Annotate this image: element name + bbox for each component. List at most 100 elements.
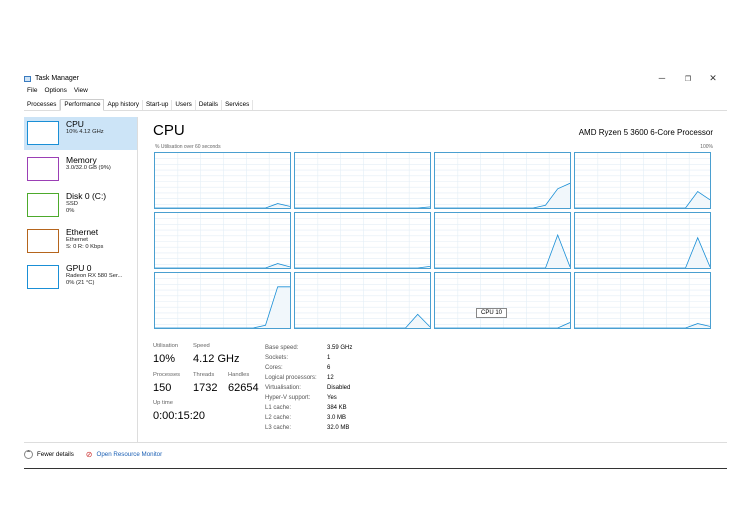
info-value: 384 KB <box>327 405 347 411</box>
utilisation-value: 10% <box>153 353 176 365</box>
handles-value: 62654 <box>228 382 259 394</box>
speed-value: 4.12 GHz <box>193 353 240 365</box>
cpu-core-graph[interactable] <box>294 152 432 210</box>
sidebar-item-title: GPU 0 <box>66 263 92 273</box>
processes-label: Processes <box>153 372 181 378</box>
sidebar-thumbnail <box>27 229 59 253</box>
cpu-core-graph[interactable] <box>434 152 572 210</box>
info-label: L3 cache: <box>265 425 292 431</box>
maximize-button[interactable]: ❐ <box>682 75 694 83</box>
menu-file[interactable]: File <box>27 87 37 94</box>
info-value: 6 <box>327 365 331 371</box>
divider <box>24 442 727 443</box>
tab-bar: Processes Performance App history Start-… <box>24 99 727 111</box>
info-label: L2 cache: <box>265 415 292 421</box>
cpu-core-graph[interactable] <box>294 212 432 270</box>
task-manager-icon <box>24 75 31 82</box>
sidebar-item-gpu[interactable]: GPU 0 Radeon RX 580 Ser... 0% (21 °C) <box>24 261 137 294</box>
cpu-core-graph[interactable] <box>154 272 292 330</box>
utilisation-line <box>295 206 431 209</box>
sidebar-thumbnail <box>27 121 59 145</box>
sidebar-item-sub2: 0% <box>66 208 75 214</box>
sidebar-item-disk[interactable]: Disk 0 (C:) SSD 0% <box>24 189 137 222</box>
tab-services[interactable]: Services <box>222 100 254 110</box>
minimize-button[interactable]: ─ <box>656 73 668 83</box>
info-values: 3.59 GHz 1 6 12 Disabled Yes 384 KB 3.0 MB 32.0 … <box>327 343 352 433</box>
sidebar-thumbnail <box>27 265 59 289</box>
info-value: 3.59 GHz <box>327 345 353 351</box>
tab-processes[interactable]: Processes <box>24 100 61 110</box>
uptime-label: Up time <box>153 400 173 406</box>
utilisation-area <box>435 322 570 328</box>
cpu-core-graph[interactable] <box>434 212 572 270</box>
menu-options[interactable]: Options <box>44 87 66 94</box>
info-value: 1 <box>327 355 331 361</box>
processes-value: 150 <box>153 382 172 394</box>
sidebar-item-sub2: 0% (21 °C) <box>66 280 95 286</box>
info-label: Sockets: <box>265 355 289 361</box>
threads-value: 1732 <box>193 382 218 394</box>
cpu-core-graph[interactable] <box>434 272 572 330</box>
uptime-value: 0:00:15:20 <box>153 410 205 422</box>
axis-label: % Utilisation over 60 seconds <box>155 144 221 150</box>
utilisation-area <box>295 314 430 328</box>
sidebar: CPU 10% 4.12 GHz Memory 3.0/32.0 GB (9%)… <box>24 117 138 442</box>
menu-bar: File Options View <box>27 87 88 94</box>
sidebar-item-title: Disk 0 (C:) <box>66 191 107 201</box>
info-value: Yes <box>327 395 337 401</box>
tab-users[interactable]: Users <box>172 100 196 110</box>
tab-startup[interactable]: Start-up <box>143 100 173 110</box>
threads-label: Threads <box>193 372 215 378</box>
page-title: CPU <box>153 122 185 139</box>
window-title: Task Manager <box>35 75 79 82</box>
cpu-core-graph[interactable] <box>294 272 432 330</box>
info-value: 3.0 MB <box>327 415 347 421</box>
sidebar-item-sub1: 10% 4.12 GHz <box>66 129 104 135</box>
utilisation-line <box>295 266 431 269</box>
sidebar-thumbnail <box>27 193 59 217</box>
sidebar-item-memory[interactable]: Memory 3.0/32.0 GB (9%) <box>24 153 137 186</box>
speed-label: Speed <box>193 343 210 349</box>
sidebar-item-sub2: S: 0 R: 0 Kbps <box>66 244 104 250</box>
menu-view[interactable]: View <box>74 87 88 94</box>
fewer-details-button[interactable]: Fewer details <box>37 451 74 458</box>
sidebar-item-sub1: SSD <box>66 201 78 207</box>
chevron-up-icon[interactable]: ⌃ <box>24 450 33 459</box>
tooltip: CPU 10 <box>476 308 508 318</box>
axis-max: 100% <box>700 144 713 150</box>
cpu-core-graph[interactable] <box>574 272 712 330</box>
resource-monitor-icon: ⊘ <box>85 450 93 459</box>
info-label: Logical processors: <box>265 375 317 381</box>
sidebar-item-sub1: Ethernet <box>66 237 88 243</box>
footer: ⌃ Fewer details ⊘ Open Resource Monitor <box>24 450 162 459</box>
title-bar: Task Manager <box>24 75 79 82</box>
sidebar-item-title: Memory <box>66 155 97 165</box>
utilisation-area <box>435 235 570 268</box>
info-value: 12 <box>327 375 334 381</box>
info-labels: Base speed: Sockets: Cores: Logical process… <box>265 343 317 433</box>
tab-performance[interactable]: Performance <box>60 99 105 111</box>
open-resource-monitor-link[interactable]: Open Resource Monitor <box>97 451 163 458</box>
sidebar-item-sub1: Radeon RX 580 Ser... <box>66 273 123 279</box>
utilisation-area <box>575 191 710 208</box>
tab-app-history[interactable]: App history <box>104 100 143 110</box>
cpu-core-graph[interactable] <box>154 152 292 210</box>
sidebar-item-cpu[interactable]: CPU 10% 4.12 GHz <box>24 117 137 150</box>
info-label: Cores: <box>265 365 283 371</box>
cpu-core-graph[interactable] <box>574 152 712 210</box>
sidebar-item-title: Ethernet <box>66 227 99 237</box>
utilisation-label: Utilisation <box>153 343 179 349</box>
utilisation-line <box>435 322 571 329</box>
sidebar-item-sub1: 3.0/32.0 GB (9%) <box>66 165 111 171</box>
processor-name: AMD Ryzen 5 3600 6-Core Processor <box>578 128 713 137</box>
handles-label: Handles <box>228 372 250 378</box>
tab-details[interactable]: Details <box>196 100 223 110</box>
info-label: Hyper-V support: <box>265 395 311 401</box>
window-bottom-border <box>24 468 727 469</box>
info-label: L1 cache: <box>265 405 292 411</box>
close-button[interactable]: ✕ <box>707 73 719 84</box>
sidebar-item-ethernet[interactable]: Ethernet Ethernet S: 0 R: 0 Kbps <box>24 225 137 258</box>
cpu-core-graph[interactable] <box>574 212 712 270</box>
info-label: Base speed: <box>265 345 299 351</box>
cpu-core-graph[interactable] <box>154 212 292 270</box>
